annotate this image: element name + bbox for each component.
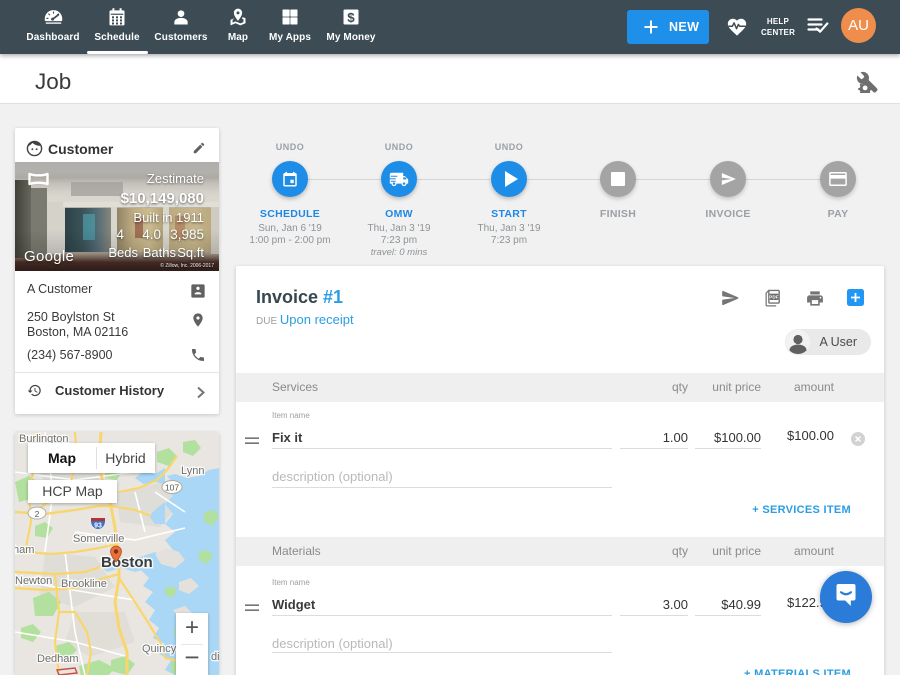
svg-text:PDF: PDF [769, 295, 779, 300]
svg-text:Somerville: Somerville [73, 533, 124, 545]
svg-text:Brookline: Brookline [61, 578, 107, 590]
svg-text:Quincy: Quincy [142, 643, 177, 655]
svg-text:93: 93 [94, 523, 102, 530]
svg-text:di: di [211, 651, 219, 663]
svg-text:$: $ [347, 10, 355, 25]
svg-text:ham: ham [15, 544, 34, 556]
svg-text:Dedham: Dedham [37, 653, 79, 665]
svg-text:2: 2 [35, 509, 40, 519]
svg-text:Boston: Boston [101, 554, 153, 571]
svg-text:Lynn: Lynn [181, 465, 204, 477]
svg-text:Newton: Newton [15, 575, 52, 587]
svg-text:107: 107 [165, 483, 179, 493]
